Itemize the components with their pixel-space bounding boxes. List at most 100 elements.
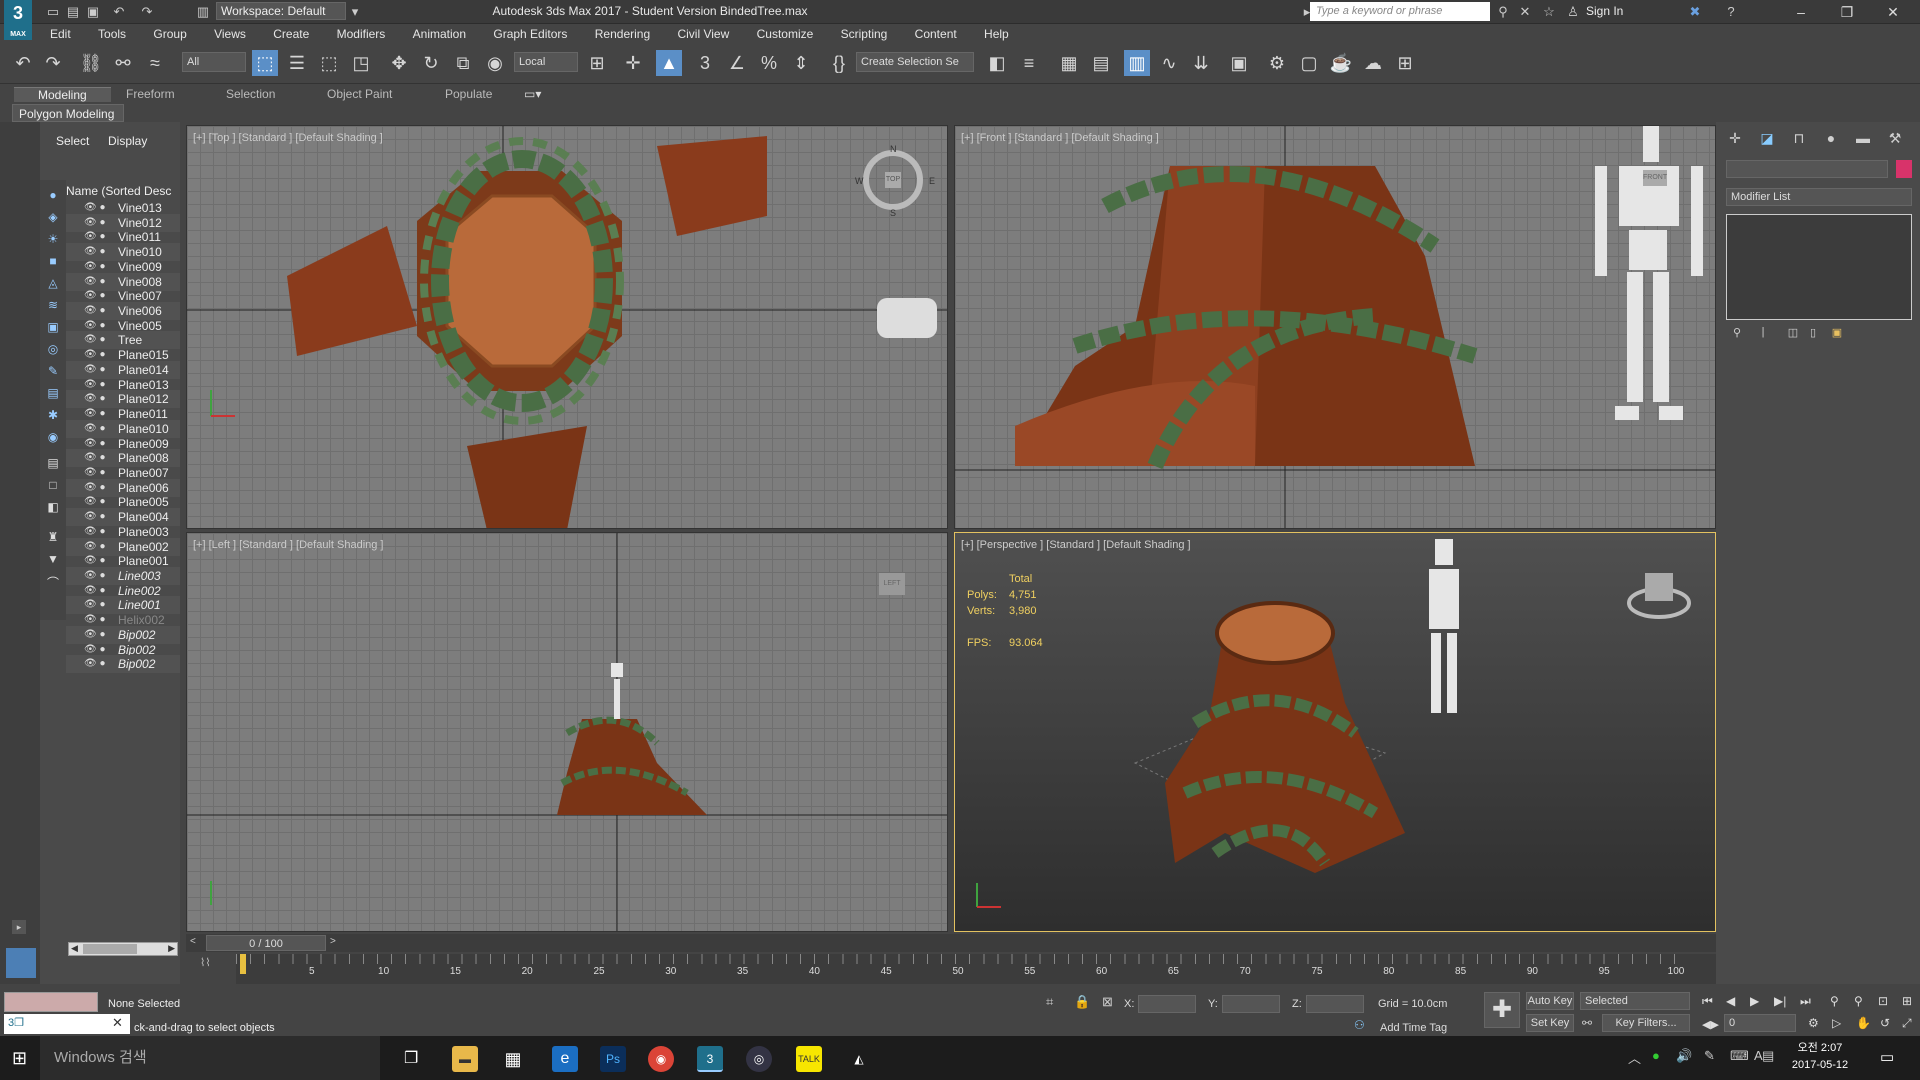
explorer-tab-select[interactable]: Select <box>56 134 89 148</box>
absolute-mode-icon[interactable]: ⊠ <box>1102 994 1113 1010</box>
time-tag-icon[interactable]: ⚇ <box>1354 1018 1365 1032</box>
ime-icon[interactable]: ▤ <box>1762 1048 1774 1064</box>
polygon-modeling-panel[interactable]: Polygon Modeling <box>12 104 124 122</box>
render-in-cloud-icon[interactable]: ☁ <box>1360 50 1386 76</box>
reference-coordinate-dropdown[interactable]: Local <box>514 52 578 72</box>
pin-stack-icon[interactable]: ⚲ <box>1726 326 1748 346</box>
schematic-view-icon[interactable]: ⇊ <box>1188 50 1214 76</box>
minimize-icon[interactable]: – <box>1786 2 1816 22</box>
help-search-input[interactable]: Type a keyword or phrase <box>1310 2 1490 21</box>
window-crossing-icon[interactable]: ◳ <box>348 50 374 76</box>
menu-create[interactable]: Create <box>261 24 321 44</box>
taskbar-thumbnail[interactable]: 3❐ ✕ <box>4 1014 130 1034</box>
scene-explorer-icon[interactable]: ▥ <box>1124 50 1150 76</box>
tray-expand-icon[interactable]: ︿ <box>1628 1048 1641 1067</box>
display-all-icon[interactable]: ▤ <box>44 456 62 472</box>
key-mode-toggle-icon[interactable]: ◀▶ <box>1702 1018 1719 1031</box>
viewport-front[interactable]: [+] [Front ] [Standard ] [Default Shadin… <box>954 125 1716 529</box>
viewcube-top-face[interactable]: TOP <box>885 172 901 188</box>
display-invert-icon[interactable]: ◧ <box>44 500 62 516</box>
viewport-perspective-label[interactable]: [+] [Perspective ] [Standard ] [Default … <box>961 539 1191 551</box>
x-coord-field[interactable] <box>1138 995 1196 1013</box>
edge-icon[interactable]: e <box>552 1046 578 1072</box>
help-icon[interactable]: ? <box>1722 3 1740 21</box>
viewport-left[interactable]: [+] [Left ] [Standard ] [Default Shading… <box>186 532 948 932</box>
menu-modifiers[interactable]: Modifiers <box>325 24 398 44</box>
display-helpers-icon[interactable]: ◬ <box>44 276 62 292</box>
display-frozen-icon[interactable]: ✱ <box>44 408 62 424</box>
a360-gallery-icon[interactable]: ⊞ <box>1392 50 1418 76</box>
expand-arrow-icon[interactable]: ▸ <box>12 920 26 934</box>
display-spacewarps-icon[interactable]: ≋ <box>44 298 62 314</box>
undo-icon[interactable]: ↶ <box>10 50 36 76</box>
thumb-close-icon[interactable]: ✕ <box>112 1015 123 1031</box>
menu-content[interactable]: Content <box>903 24 969 44</box>
align-icon[interactable]: ≡ <box>1016 50 1042 76</box>
scroll-left-icon[interactable]: ◀ <box>71 943 78 954</box>
display-none-icon[interactable]: □ <box>44 478 62 494</box>
kakaotalk-icon[interactable]: TALK <box>796 1046 822 1072</box>
unlink-icon[interactable]: ⚯ <box>110 50 136 76</box>
3dsmax-task-icon[interactable]: 3 <box>697 1046 723 1072</box>
notification-center-icon[interactable]: ▭ <box>1880 1048 1894 1066</box>
go-to-end-icon[interactable]: ⏭ <box>1800 994 1811 1009</box>
curve-editor-mini-icon[interactable]: ⌇⌇ <box>200 956 211 969</box>
curve-editor-icon[interactable]: ∿ <box>1156 50 1182 76</box>
viewport-top[interactable]: [+] [Top ] [Standard ] [Default Shading … <box>186 125 948 529</box>
tab-populate[interactable]: Populate <box>445 87 492 101</box>
viewcube-compass-icon[interactable]: TOP <box>863 150 923 210</box>
taskbar-search-box[interactable]: Windows 검색 <box>40 1036 380 1080</box>
unity-icon[interactable]: ◭ <box>846 1046 872 1072</box>
time-prev-icon[interactable]: < <box>190 936 196 947</box>
display-lights-icon[interactable]: ☀ <box>44 232 62 248</box>
y-coord-field[interactable] <box>1222 995 1280 1013</box>
hierarchy-tab-icon[interactable]: ⊓ <box>1788 130 1810 150</box>
time-slider-thumb[interactable]: 0 / 100 <box>206 935 326 951</box>
photoshop-icon[interactable]: Ps <box>600 1046 626 1072</box>
paint-bucket-icon[interactable]: ♜ <box>44 530 62 546</box>
viewport-perspective[interactable]: [+] [Perspective ] [Standard ] [Default … <box>954 532 1716 932</box>
utilities-tab-icon[interactable]: ⚒ <box>1884 130 1906 150</box>
zoom-icon[interactable]: ⚲ <box>1830 994 1839 1008</box>
set-key-button[interactable]: Set Key <box>1526 1014 1574 1032</box>
add-time-tag-button[interactable]: Add Time Tag <box>1380 1022 1447 1034</box>
isolate-selection-icon[interactable]: ⌗ <box>1046 994 1053 1010</box>
key-mode-dropdown[interactable]: Selected <box>1580 992 1690 1010</box>
placement-icon[interactable]: ◉ <box>482 50 508 76</box>
chrome-icon[interactable]: ◉ <box>648 1046 674 1072</box>
zoom-extents-all-icon[interactable]: ⊞ <box>1902 994 1912 1008</box>
edit-named-selection-icon[interactable]: {} <box>826 50 852 76</box>
user-icon[interactable]: ♙ <box>1564 3 1582 21</box>
snaps-toggle-icon[interactable]: 3 <box>692 50 718 76</box>
render-production-icon[interactable]: ☕ <box>1328 50 1354 76</box>
tab-modeling[interactable]: Modeling <box>14 87 111 102</box>
play-icon[interactable]: ▶ <box>1750 994 1759 1008</box>
layer-icon[interactable]: ⌒ <box>44 574 62 590</box>
filter-icon[interactable]: ▼ <box>44 552 62 568</box>
menu-animation[interactable]: Animation <box>401 24 478 44</box>
viewport-front-label[interactable]: [+] [Front ] [Standard ] [Default Shadin… <box>961 132 1159 144</box>
file-explorer-icon[interactable]: ▬ <box>452 1046 478 1072</box>
motion-tab-icon[interactable]: ● <box>1820 130 1842 150</box>
mirror-icon[interactable]: ◧ <box>984 50 1010 76</box>
menu-help[interactable]: Help <box>972 24 1021 44</box>
menu-group[interactable]: Group <box>141 24 198 44</box>
pan-view-icon[interactable]: ✋ <box>1856 1016 1871 1030</box>
viewport-left-label[interactable]: [+] [Left ] [Standard ] [Default Shading… <box>193 539 383 551</box>
set-key-big-icon[interactable]: ✚ <box>1484 992 1520 1028</box>
menu-scripting[interactable]: Scripting <box>829 24 900 44</box>
display-containers-icon[interactable]: ▤ <box>44 386 62 402</box>
display-hidden-icon[interactable]: ◉ <box>44 430 62 446</box>
menu-customize[interactable]: Customize <box>745 24 826 44</box>
object-color-swatch[interactable] <box>1896 160 1912 178</box>
windows-start-icon[interactable]: ⊞ <box>12 1048 27 1069</box>
favorites-star-icon[interactable]: ☆ <box>1540 3 1558 21</box>
key-filters-button[interactable]: Key Filters... <box>1602 1014 1690 1032</box>
go-to-start-icon[interactable]: ⏮ <box>1702 994 1713 1009</box>
display-groups-icon[interactable]: ▣ <box>44 320 62 336</box>
scroll-thumb[interactable] <box>83 944 137 954</box>
exchange-icon[interactable]: ✖ <box>1686 3 1704 21</box>
store-icon[interactable]: ▦ <box>500 1046 526 1072</box>
modify-tab-icon[interactable]: ◪ <box>1756 130 1778 150</box>
viewport-layout-icon[interactable] <box>6 948 36 978</box>
